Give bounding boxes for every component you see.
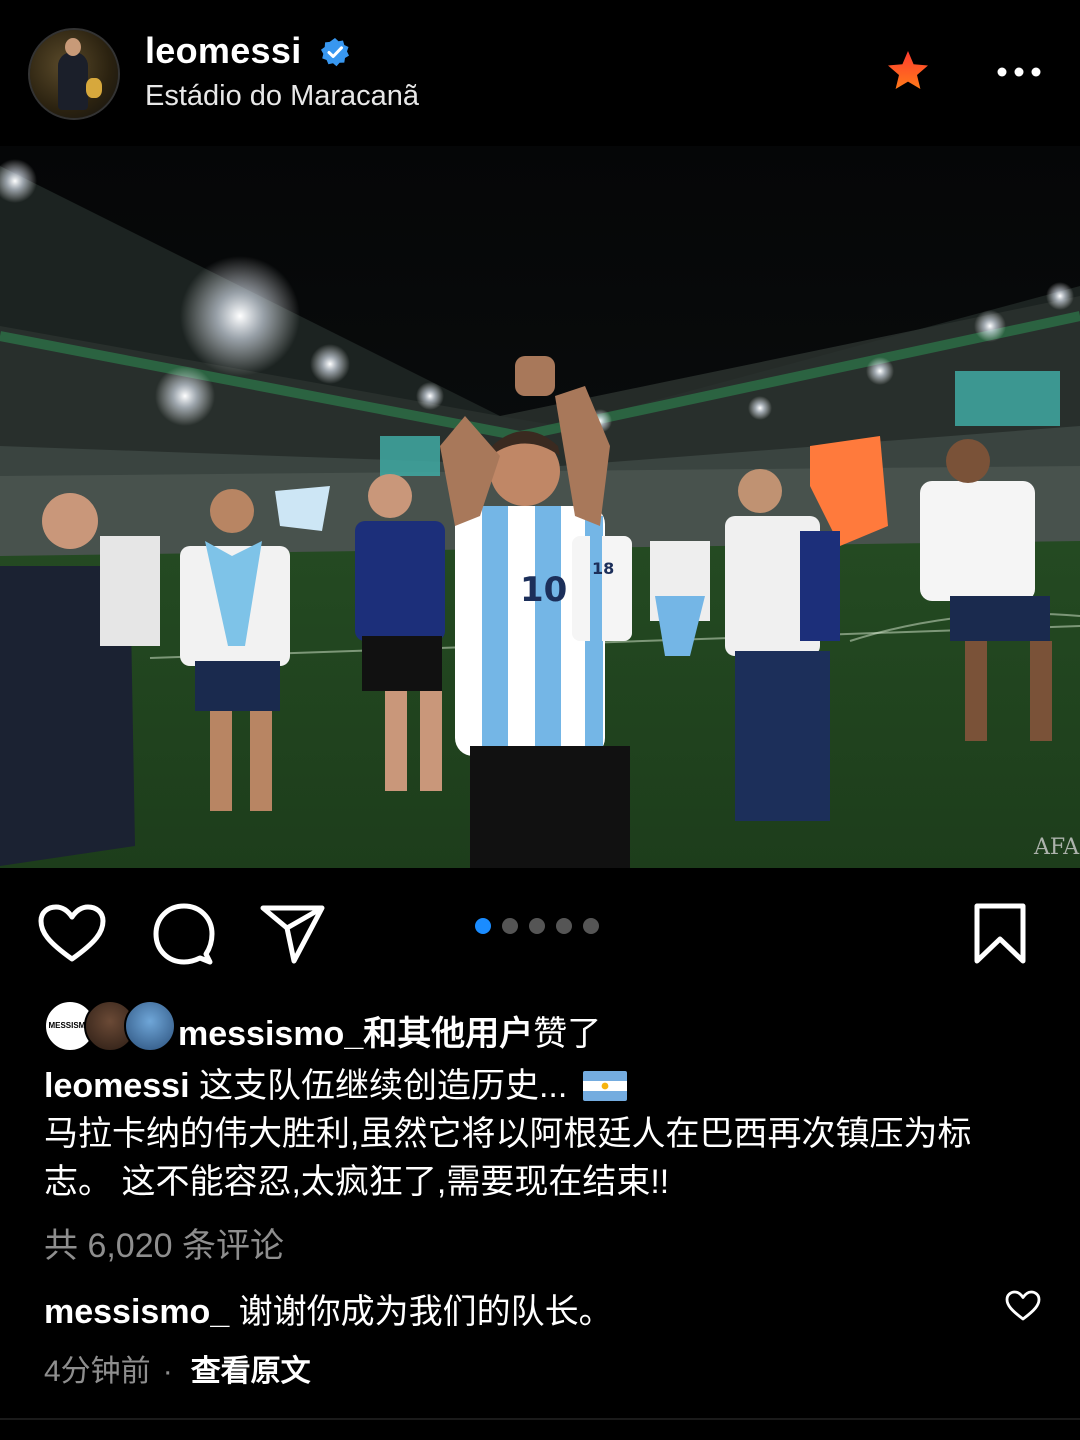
- caption-body: 马拉卡纳的伟大胜利,虽然它将以阿根廷人在巴西再次镇压为标志。 这不能容忍,太疯狂…: [44, 1115, 972, 1201]
- carousel-dot: [529, 918, 545, 934]
- view-all-comments-link[interactable]: 共 6,020 条评论: [44, 1218, 284, 1267]
- liker-username[interactable]: messismo_: [178, 1015, 363, 1053]
- carousel-dot: [502, 918, 518, 934]
- verified-badge-icon: [321, 38, 349, 67]
- comment-time: 4分钟前: [44, 1355, 151, 1388]
- carousel-dot: [556, 918, 572, 934]
- like-heart-icon[interactable]: [38, 904, 106, 964]
- likes-text[interactable]: messismo_和其他用户赞了: [178, 1006, 601, 1055]
- post-header: leomessi Estádio do Maracanã: [0, 0, 1080, 146]
- carousel-dot: [583, 918, 599, 934]
- caption-username[interactable]: leomessi: [44, 1067, 190, 1105]
- post-location[interactable]: Estádio do Maracanã: [145, 80, 419, 113]
- profile-avatar[interactable]: [28, 28, 120, 120]
- carousel-dot: [475, 918, 491, 934]
- save-bookmark-icon[interactable]: [972, 903, 1028, 965]
- comment-text: 谢谢你成为我们的队长。: [229, 1293, 613, 1331]
- header-username[interactable]: leomessi: [145, 30, 302, 72]
- post-photo[interactable]: 10 18 AFA: [0, 146, 1080, 868]
- divider: [0, 1418, 1080, 1420]
- meta-separator: ·: [162, 1355, 173, 1388]
- argentina-flag-icon: [582, 1071, 627, 1101]
- afa-watermark: AFA: [1033, 835, 1080, 860]
- favorite-star-icon[interactable]: [885, 48, 931, 94]
- carousel-indicator: [475, 918, 610, 936]
- jersey-number-secondary: 18: [592, 559, 614, 578]
- post-caption: leomessi 这支队伍继续创造历史... 马拉卡纳的伟大胜利,虽然它将以阿根…: [44, 1062, 1034, 1206]
- more-options-icon[interactable]: [996, 60, 1042, 84]
- comment-meta: 4分钟前 · 查看原文: [44, 1346, 311, 1390]
- jersey-number: 10: [520, 570, 567, 610]
- likes-summary[interactable]: MESSISMO messismo_和其他用户赞了: [44, 1000, 1044, 1056]
- top-comment: messismo_ 谢谢你成为我们的队长。: [44, 1284, 613, 1333]
- comment-bubble-icon[interactable]: [152, 902, 216, 966]
- see-original-link[interactable]: 查看原文: [191, 1355, 311, 1388]
- comment-username[interactable]: messismo_: [44, 1293, 229, 1331]
- caption-first-line: 这支队伍继续创造历史...: [198, 1067, 577, 1105]
- liker-avatar: [124, 1000, 176, 1052]
- share-send-icon[interactable]: [260, 904, 326, 964]
- comment-like-icon[interactable]: [1005, 1290, 1041, 1322]
